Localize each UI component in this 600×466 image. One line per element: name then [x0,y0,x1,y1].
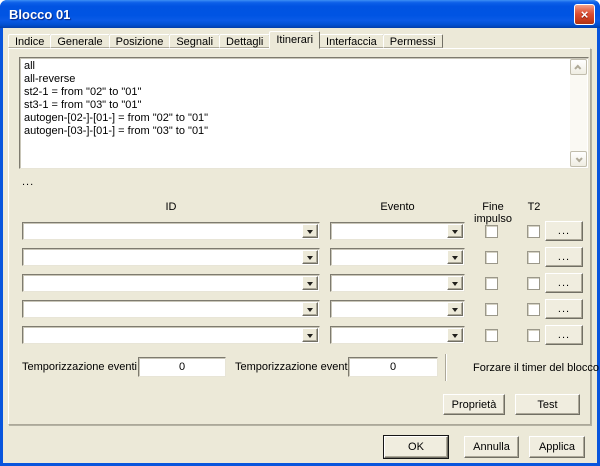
id-combo[interactable] [22,274,320,292]
tab-dettagli[interactable]: Dettagli [219,34,270,48]
chevron-down-icon[interactable] [302,276,318,290]
scroll-down-icon[interactable] [570,151,587,167]
row-more-button[interactable]: ... [545,247,583,267]
t2-checkbox[interactable] [527,303,540,316]
evento-combo[interactable] [330,274,465,292]
apply-button[interactable]: Applica [529,436,585,458]
window-title: Blocco 01 [9,7,70,22]
id-combo[interactable] [22,248,320,266]
timer2-input[interactable] [348,357,438,377]
list-item[interactable]: all [22,60,569,73]
dialog-window: Blocco 01 × Indice Generale Posizione Se… [0,0,600,466]
chevron-down-icon[interactable] [302,302,318,316]
tab-posizione[interactable]: Posizione [109,34,171,48]
test-button[interactable]: Test [515,394,580,415]
evento-combo[interactable] [330,300,465,318]
fine-impulso-checkbox[interactable] [485,251,498,264]
list-item[interactable]: st3-1 = from "03" to "01" [22,99,569,112]
properties-button[interactable]: Proprietà [443,394,505,415]
list-item[interactable]: autogen-[03-]-[01-] = from "03" to "01" [22,125,569,138]
chevron-down-icon[interactable] [447,276,463,290]
fine-impulso-checkbox[interactable] [485,277,498,290]
timer2-label: Temporizzazione eventi 2 [235,361,359,373]
id-combo[interactable] [22,300,320,318]
list-item[interactable]: st2-1 = from "02" to "01" [22,86,569,99]
column-header-id: ID [22,201,320,213]
routes-listbox[interactable]: all all-reverse st2-1 = from "02" to "01… [19,57,589,169]
column-header-t2: T2 [524,201,544,213]
t2-checkbox[interactable] [527,277,540,290]
evento-combo[interactable] [330,326,465,344]
id-combo[interactable] [22,222,320,240]
list-item[interactable]: autogen-[02-]-[01-] = from "02" to "01" [22,112,569,125]
tab-bar: Indice Generale Posizione Segnali Dettag… [8,31,442,48]
vertical-divider [445,354,447,381]
row-more-button[interactable]: ... [545,299,583,319]
t2-checkbox[interactable] [527,225,540,238]
tab-generale[interactable]: Generale [50,34,109,48]
force-timer-label: Forzare il timer del blocco [473,362,599,374]
chevron-down-icon[interactable] [447,328,463,342]
t2-checkbox[interactable] [527,329,540,342]
row-more-button[interactable]: ... [545,221,583,241]
routes-list: all all-reverse st2-1 = from "02" to "01… [22,60,569,166]
chevron-down-icon[interactable] [302,224,318,238]
evento-combo[interactable] [330,248,465,266]
tab-segnali[interactable]: Segnali [169,34,220,48]
chevron-down-icon[interactable] [302,250,318,264]
fine-impulso-checkbox[interactable] [485,329,498,342]
evento-combo[interactable] [330,222,465,240]
ellipsis-hint: ... [22,176,34,188]
ok-button[interactable]: OK [384,436,448,458]
title-bar[interactable]: Blocco 01 × [0,0,600,28]
row-more-button[interactable]: ... [545,273,583,293]
cancel-button[interactable]: Annulla [464,436,519,458]
timer1-input[interactable] [138,357,226,377]
tab-interfaccia[interactable]: Interfaccia [319,34,384,48]
chevron-down-icon[interactable] [447,250,463,264]
list-item[interactable]: all-reverse [22,73,569,86]
timer1-label: Temporizzazione eventi 1 [22,361,146,373]
fine-impulso-checkbox[interactable] [485,225,498,238]
row-more-button[interactable]: ... [545,325,583,345]
vertical-scrollbar[interactable] [570,59,587,167]
t2-checkbox[interactable] [527,251,540,264]
tab-permessi[interactable]: Permessi [383,34,443,48]
chevron-down-icon[interactable] [447,302,463,316]
tab-indice[interactable]: Indice [8,34,51,48]
chevron-down-icon[interactable] [447,224,463,238]
fine-impulso-checkbox[interactable] [485,303,498,316]
column-header-evento: Evento [330,201,465,213]
tab-itinerari[interactable]: Itinerari [269,31,320,49]
id-combo[interactable] [22,326,320,344]
scroll-up-icon[interactable] [570,59,587,75]
chevron-down-icon[interactable] [302,328,318,342]
close-icon[interactable]: × [574,4,595,25]
column-header-fine-impulso: Fine impulso [462,201,524,225]
